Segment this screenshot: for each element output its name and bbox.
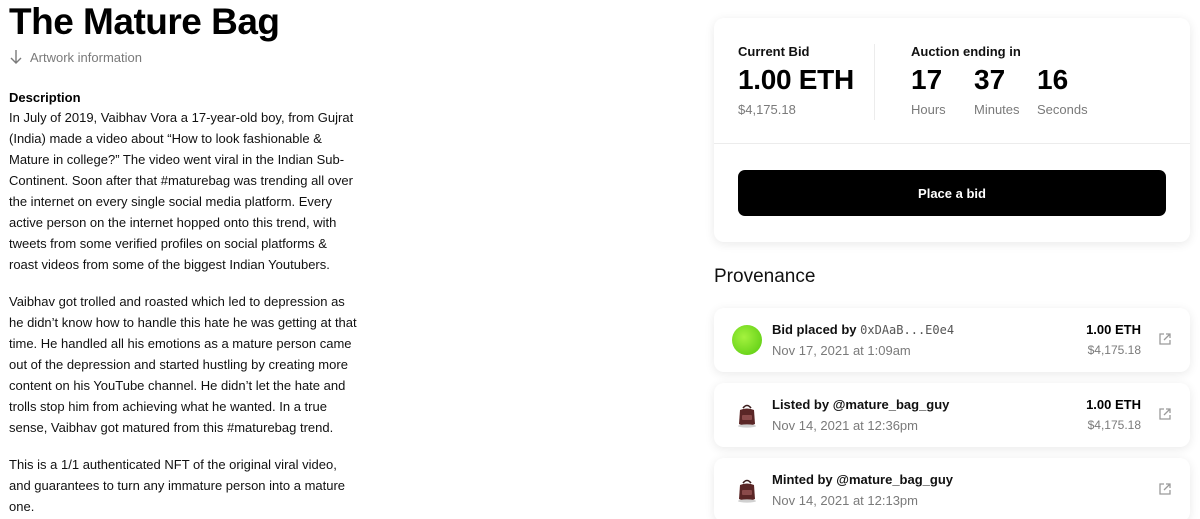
auction-label: Auction ending in [911, 44, 1021, 59]
provenance-item: Bid placed by 0xDAaB...E0e4 Nov 17, 2021… [714, 308, 1190, 372]
provenance-event: Minted by @mature_bag_guy [772, 472, 953, 487]
minutes-label: Minutes [974, 102, 1020, 117]
bid-summary: Current Bid 1.00 ETH $4,175.18 Auction e… [714, 18, 1190, 144]
countdown-hours: 17 Hours [911, 64, 974, 117]
provenance-heading: Provenance [714, 266, 816, 287]
provenance-usd: $4,175.18 [1087, 418, 1141, 432]
provenance-actor-link[interactable]: @mature_bag_guy [833, 397, 950, 412]
current-bid-usd: $4,175.18 [738, 102, 796, 117]
provenance-actor-link[interactable]: @mature_bag_guy [836, 472, 953, 487]
provenance-action: Listed by [772, 397, 830, 412]
seconds-label: Seconds [1037, 102, 1088, 117]
current-bid-label: Current Bid [738, 44, 810, 59]
provenance-date: Nov 14, 2021 at 12:13pm [772, 493, 918, 508]
provenance-date: Nov 17, 2021 at 1:09am [772, 343, 911, 358]
hours-value: 17 [911, 64, 943, 95]
provenance-amount: 1.00 ETH $4,175.18 [1086, 322, 1141, 357]
provenance-text: Minted by @mature_bag_guy Nov 14, 2021 a… [772, 472, 953, 508]
provenance-item: Minted by @mature_bag_guy Nov 14, 2021 a… [714, 458, 1190, 519]
provenance-action: Bid placed by [772, 322, 857, 337]
description-paragraph: Vaibhav got trolled and roasted which le… [9, 294, 357, 435]
current-bid-amount: 1.00 ETH [738, 64, 854, 95]
provenance-list: Bid placed by 0xDAaB...E0e4 Nov 17, 2021… [714, 308, 1190, 519]
place-bid-button[interactable]: Place a bid [738, 170, 1166, 216]
countdown-timer: 17 Hours 37 Minutes 16 Seconds [911, 64, 1100, 117]
seconds-value: 16 [1037, 64, 1069, 95]
hours-label: Hours [911, 102, 946, 117]
description-paragraph: This is a 1/1 authenticated NFT of the o… [9, 457, 346, 514]
auction-countdown: Auction ending in 17 Hours 37 Minutes 16… [911, 44, 1100, 117]
countdown-minutes: 37 Minutes [974, 64, 1037, 117]
avatar [732, 475, 762, 505]
description-body: In July of 2019, Vaibhav Vora a 17-year-… [9, 107, 359, 517]
avatar [732, 325, 762, 355]
current-bid: Current Bid 1.00 ETH $4,175.18 [738, 44, 854, 117]
provenance-amount: 1.00 ETH $4,175.18 [1086, 397, 1141, 432]
provenance-event: Listed by @mature_bag_guy [772, 397, 949, 412]
artwork-details: The Mature Bag Artwork information Descr… [9, 0, 359, 519]
artwork-information-link[interactable]: Artwork information [9, 49, 359, 65]
bag-icon [738, 479, 756, 503]
provenance-event: Bid placed by 0xDAaB...E0e4 [772, 322, 954, 337]
minutes-value: 37 [974, 64, 1006, 95]
provenance-eth: 1.00 ETH [1086, 397, 1141, 412]
provenance-actor-link[interactable]: 0xDAaB...E0e4 [860, 323, 954, 337]
provenance-eth: 1.00 ETH [1086, 322, 1141, 337]
provenance-usd: $4,175.18 [1087, 343, 1141, 357]
provenance-date: Nov 14, 2021 at 12:36pm [772, 418, 918, 433]
countdown-seconds: 16 Seconds [1037, 64, 1100, 117]
artwork-information-label: Artwork information [30, 49, 142, 65]
page-title: The Mature Bag [9, 1, 280, 42]
divider [874, 44, 875, 120]
sidebar: Current Bid 1.00 ETH $4,175.18 Auction e… [714, 18, 1190, 519]
provenance-action: Minted by [772, 472, 833, 487]
description-heading: Description [9, 90, 81, 105]
arrow-down-icon [10, 50, 22, 64]
external-link-icon[interactable] [1158, 332, 1172, 346]
avatar [732, 400, 762, 430]
provenance-text: Listed by @mature_bag_guy Nov 14, 2021 a… [772, 397, 949, 433]
provenance-item: Listed by @mature_bag_guy Nov 14, 2021 a… [714, 383, 1190, 447]
provenance-text: Bid placed by 0xDAaB...E0e4 Nov 17, 2021… [772, 322, 954, 358]
description-paragraph: In July of 2019, Vaibhav Vora a 17-year-… [9, 110, 354, 272]
external-link-icon[interactable] [1158, 482, 1172, 496]
bid-card: Current Bid 1.00 ETH $4,175.18 Auction e… [714, 18, 1190, 242]
bag-icon [738, 404, 756, 428]
external-link-icon[interactable] [1158, 407, 1172, 421]
